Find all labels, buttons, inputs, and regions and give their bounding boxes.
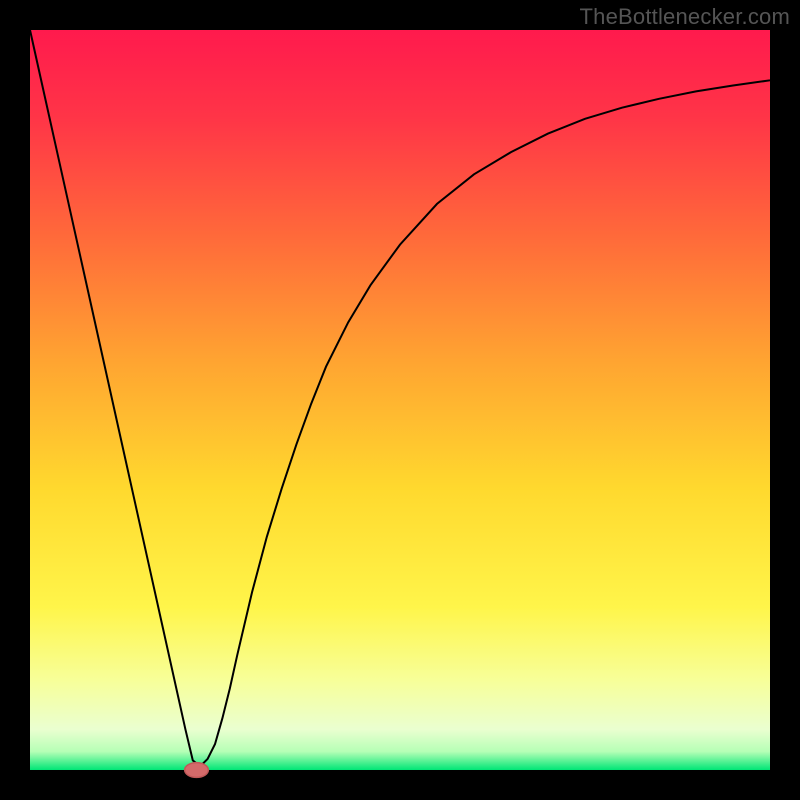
chart-svg [30,30,770,770]
optimal-point-marker [185,763,209,778]
chart-frame: TheBottlenecker.com [0,0,800,800]
plot-background [30,30,770,770]
watermark-text: TheBottlenecker.com [580,4,790,30]
